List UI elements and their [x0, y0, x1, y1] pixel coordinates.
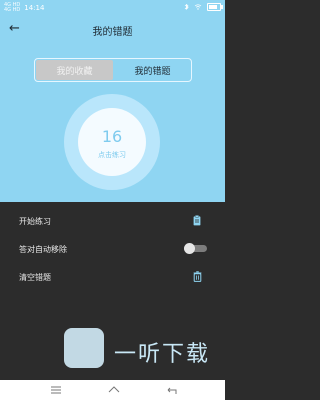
battery-fill [209, 5, 217, 9]
network-signal-text: 4G HD 4G HD [4, 2, 21, 13]
status-right [184, 3, 223, 11]
menu-label-auto-remove: 答对自动移除 [19, 244, 67, 254]
status-left: 4G HD 4G HD 14:14 [4, 3, 44, 13]
watermark-text: 一听下载 [114, 342, 211, 367]
menu-row-auto-remove: 答对自动移除 [0, 236, 225, 262]
trash-icon [193, 271, 202, 282]
bluetooth-icon [184, 3, 189, 10]
menu-label-start-practice: 开始练习 [19, 216, 51, 226]
watermark: 一听下载 [64, 328, 224, 400]
tab-wrong-questions[interactable]: 我的错题 [114, 59, 191, 81]
toggle-knob [184, 243, 195, 254]
clipboard-icon [193, 215, 201, 226]
page-title: 我的错题 [92, 27, 133, 38]
segmented-tabs: 我的收藏 我的错题 [34, 58, 192, 82]
question-count: 16 [101, 127, 123, 146]
wifi-icon [194, 4, 202, 10]
menu-label-clear: 清空错题 [19, 272, 51, 282]
tab-favorites[interactable]: 我的收藏 [36, 60, 113, 80]
status-time: 14:14 [24, 4, 45, 12]
auto-remove-toggle[interactable] [184, 243, 207, 254]
header: ← 我的错题 [0, 18, 225, 40]
menu-lines-icon[interactable] [48, 382, 64, 398]
menu-row-clear[interactable]: 清空错题 [0, 264, 225, 290]
menu-row-start-practice[interactable]: 开始练习 [0, 208, 225, 234]
status-bar: 4G HD 4G HD 14:14 [0, 0, 225, 14]
watermark-logo [64, 328, 104, 368]
battery-icon [207, 3, 223, 11]
practice-hint-label: 点击练习 [98, 151, 126, 159]
